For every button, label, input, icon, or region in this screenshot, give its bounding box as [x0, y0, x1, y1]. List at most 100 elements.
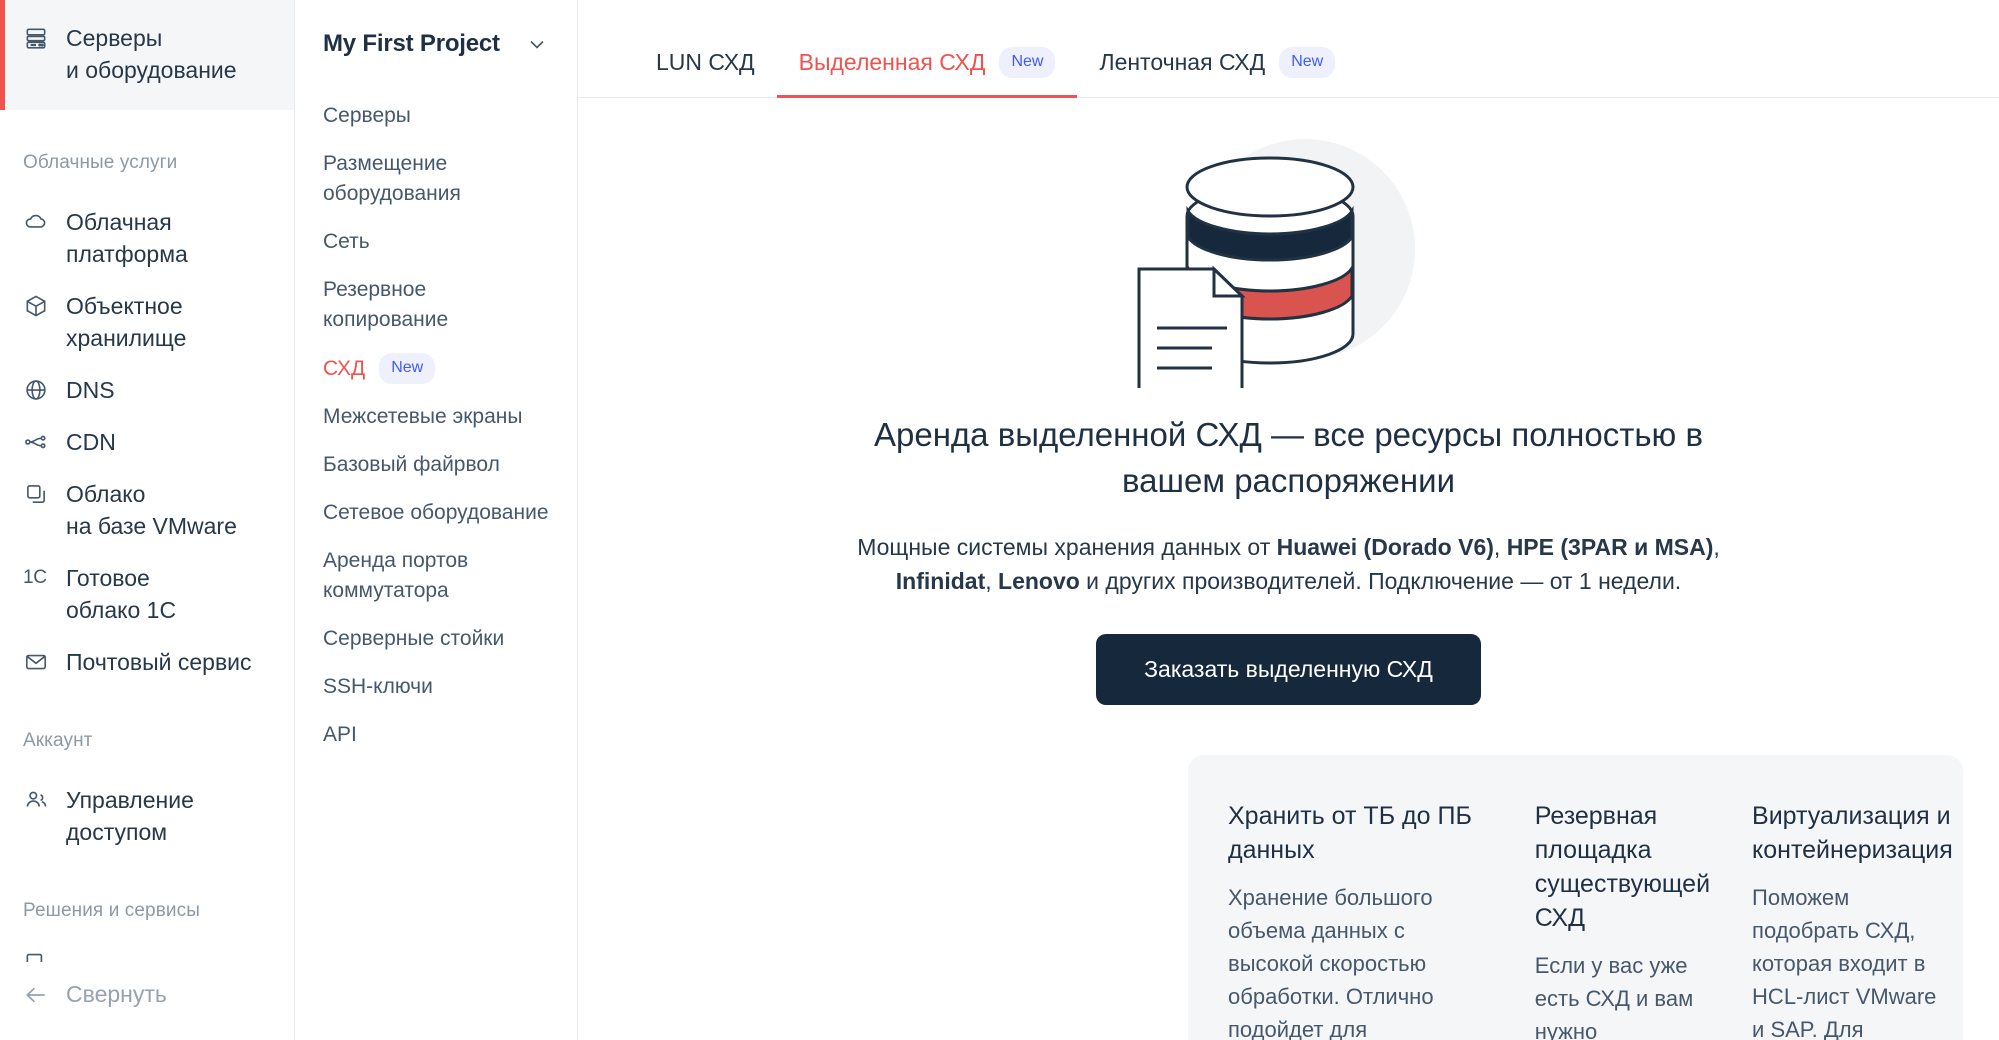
hero-section: Аренда выделенной СХД — все ресурсы полн… [578, 98, 1999, 705]
project-nav-list: Серверы Размещение оборудования Сеть Резервн… [295, 92, 577, 759]
new-badge: New [999, 47, 1056, 78]
sidebar-item-dns[interactable]: DNS [0, 364, 294, 416]
feature-card: Виртуализация и контейнеризация Поможем п… [1752, 799, 1953, 1040]
project-nav-item[interactable]: Серверные стойки [295, 615, 577, 663]
main-content: LUN СХД Выделенная СХД New Ленточная СХД New… [578, 0, 1999, 1040]
feature-card-body: Поможем подобрать СХД, которая входит в … [1752, 885, 1937, 1040]
sidebar-item-servers-equipment[interactable]: Серверы и оборудование [0, 0, 294, 110]
project-selector[interactable]: My First Project [295, 22, 577, 66]
project-nav-item[interactable]: Сетевое оборудование [295, 489, 577, 537]
tab-label: Ленточная СХД [1099, 49, 1266, 75]
users-icon [23, 787, 49, 813]
sidebar-item-label: Серверы и оборудование [66, 25, 237, 83]
sidebar-item-cdn[interactable]: CDN [0, 416, 294, 468]
cloud-icon [23, 209, 49, 235]
project-nav-item[interactable]: Аренда портов коммутатора [295, 537, 577, 615]
project-nav-item-label: Базовый файрвол [323, 453, 500, 476]
vendor-name: HPE (3PAR и MSA) [1506, 534, 1714, 560]
project-nav-item[interactable]: Сеть [295, 218, 577, 266]
project-nav-item-label: Аренда портов коммутатора [323, 549, 469, 602]
project-nav-item[interactable]: Межсетевые экраны [295, 393, 577, 441]
project-nav-item-label: Сетевое оборудование [323, 501, 549, 524]
sidebar-item-label: Готовое облако 1С [66, 565, 177, 623]
vendor-name: Huawei (Dorado V6) [1276, 534, 1494, 560]
sidebar-item-1c-cloud[interactable]: 1C Готовое облако 1С [0, 552, 294, 636]
project-nav-item-label: Серверные стойки [323, 627, 505, 650]
tab-label: LUN СХД [656, 49, 755, 75]
project-nav-item[interactable]: Размещение оборудования [295, 140, 577, 218]
feature-card-body: Если у вас уже есть СХД и вам нужно орга… [1534, 953, 1694, 1040]
box-icon [23, 293, 49, 319]
subtitle-text: , [1493, 534, 1507, 560]
chevron-down-icon[interactable] [525, 32, 549, 56]
subtitle-text: , [1713, 534, 1720, 560]
sidebar-section-cloud-services: Облачные услуги [23, 152, 178, 173]
sidebar-section-solutions-services: Решения и сервисы [23, 900, 200, 921]
project-nav-item[interactable]: Резервное копирование [295, 266, 577, 344]
project-nav-item-label: API [323, 723, 357, 746]
project-nav-item[interactable]: СХД New [295, 344, 577, 393]
app-root: Серверы и оборудование Облачные услуги Об… [0, 0, 1999, 1040]
sidebar-item-label: Облачная платформа [66, 209, 188, 267]
1c-icon: 1C [23, 567, 47, 588]
project-nav-item-label: Серверы [323, 104, 411, 127]
sidebar-item-object-storage[interactable]: Объектное хранилище [0, 280, 294, 364]
sidebar-item-access-management[interactable]: Управление доступом [0, 774, 294, 858]
sidebar-item-label: Почтовый сервис [66, 649, 252, 675]
sidebar-item-label: Объектное хранилище [66, 293, 187, 351]
feature-card: Резервная площадка существующей СХД Если … [1535, 799, 1752, 1040]
subtitle-text: , [985, 568, 999, 594]
partial-icon [23, 948, 143, 962]
subtitle-text: Мощные системы хранения данных от [857, 534, 1277, 560]
sidebar-item-label: CDN [66, 429, 116, 455]
order-dedicated-storage-button[interactable]: Заказать выделенную СХД [1096, 634, 1481, 705]
sidebar-item-label: Облако на базе VMware [66, 481, 237, 539]
feature-card-title: Виртуализация и контейнеризация [1752, 802, 1953, 864]
sidebar-item-cloud-platform[interactable]: Облачная платформа [0, 196, 294, 280]
primary-sidebar: Серверы и оборудование Облачные услуги Об… [0, 0, 295, 1040]
vendor-name: Lenovo [998, 568, 1080, 594]
tab-label: Выделенная СХД [798, 49, 986, 75]
arrow-left-icon [23, 982, 49, 1008]
sidebar-item-mail-service[interactable]: Почтовый сервис [0, 636, 294, 688]
project-nav-item-label: Сеть [323, 230, 370, 253]
sidebar-item-vmware-cloud[interactable]: Облако на базе VMware [0, 468, 294, 552]
feature-card-title: Хранить от ТБ до ПБ данных [1228, 802, 1472, 864]
hero-heading: Аренда выделенной СХД — все ресурсы полн… [873, 416, 1703, 499]
mail-icon [23, 649, 49, 675]
sidebar-item-label: DNS [66, 377, 115, 403]
project-nav-item-label: SSH-ключи [323, 675, 433, 698]
feature-cards-panel: Хранить от ТБ до ПБ данных Хранение больш… [1188, 755, 1963, 1040]
sidebar-section-account: Аккаунт [23, 730, 93, 751]
project-nav-item-label: СХД [323, 356, 366, 380]
subtitle-text: и других производителей. Подключение — о… [1079, 568, 1682, 594]
vendor-name: Infinidat [895, 568, 986, 594]
feature-card: Хранить от ТБ до ПБ данных Хранение больш… [1228, 799, 1535, 1040]
project-title: My First Project [323, 30, 500, 57]
sidebar-partial-item[interactable] [23, 948, 143, 962]
copy-icon [23, 481, 49, 507]
new-badge: New [379, 353, 436, 384]
project-nav-item[interactable]: Серверы [295, 92, 577, 140]
tab-1[interactable]: LUN СХД [634, 0, 777, 97]
new-badge: New [1279, 47, 1336, 78]
tab-3[interactable]: Ленточная СХД New [1077, 0, 1357, 97]
cdn-icon [23, 429, 49, 455]
project-nav-item-label: Размещение оборудования [323, 152, 461, 205]
collapse-label: Свернуть [66, 981, 167, 1007]
tab-2[interactable]: Выделенная СХД New [776, 0, 1078, 98]
server-icon [23, 25, 49, 51]
project-nav-item[interactable]: Базовый файрвол [295, 441, 577, 489]
project-nav-item-label: Межсетевые экраны [323, 405, 523, 428]
collapse-sidebar-button[interactable]: Свернуть [0, 971, 187, 1018]
feature-card-body: Хранение большого объема данных с высоко… [1228, 885, 1434, 1040]
project-nav-item[interactable]: API [295, 711, 577, 759]
hero-subtitle: Мощные системы хранения данных от Huawei… [809, 530, 1769, 598]
storage-tabs: LUN СХД Выделенная СХД New Ленточная СХД New [578, 0, 1999, 98]
project-nav-item[interactable]: SSH-ключи [295, 663, 577, 711]
project-nav-item-label: Резервное копирование [323, 278, 449, 331]
database-storage-illustration [578, 116, 1999, 388]
feature-card-title: Резервная площадка существующей СХД [1534, 802, 1711, 932]
sidebar-item-label: Управление доступом [66, 787, 194, 845]
globe-icon [23, 377, 49, 403]
